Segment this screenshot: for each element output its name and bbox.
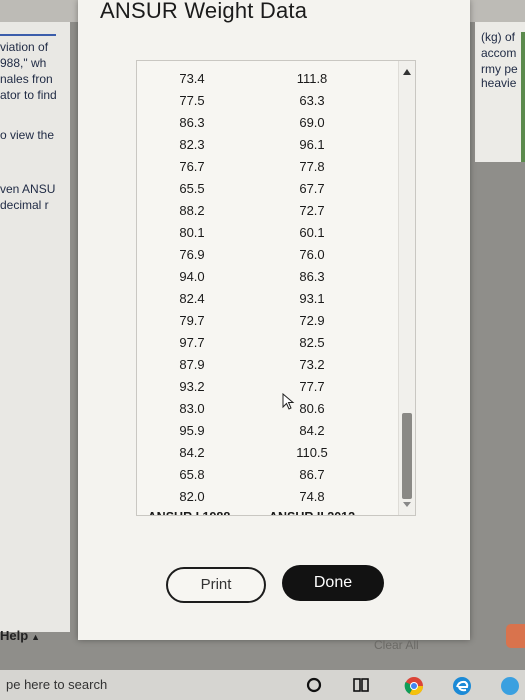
bg-text-fragment: nales fron <box>0 72 53 86</box>
table-cell-ansur-2012: 67.7 <box>299 181 325 196</box>
column-header-ansur-2012: ANSUR II 2012 <box>257 508 367 515</box>
table-cell-ansur-2012: 72.7 <box>299 203 325 218</box>
orange-side-button[interactable] <box>506 624 525 648</box>
clear-all-button[interactable]: Clear All <box>374 638 419 652</box>
table-cell-ansur-2012: 74.8 <box>299 489 325 504</box>
table-cell-ansur-2012: 77.7 <box>299 379 325 394</box>
table-cell-ansur-2012: 84.2 <box>299 423 325 438</box>
bg-text-fragment: rmy pe <box>481 62 518 76</box>
background-accent-bar <box>521 32 525 162</box>
table-cell-ansur-2012: 80.6 <box>299 401 325 416</box>
table-cell-ansur-1988: 93.2 <box>179 379 205 394</box>
bg-text-fragment: (kg) of <box>481 30 516 44</box>
table-cell-ansur-2012: 82.5 <box>299 335 325 350</box>
table-cell-ansur-1988: 76.9 <box>179 247 205 262</box>
background-page-left: viation of 988," wh nales fron ator to f… <box>0 22 70 632</box>
dialog-title: ANSUR Weight Data <box>100 0 308 23</box>
column-ansur-1988: 73.4 77.5 86.3 82.3 76.7 65.5 88.2 80.1 76.9 94.0… <box>137 68 247 515</box>
table-cell-ansur-2012: 63.3 <box>299 93 325 108</box>
table-cell-ansur-1988: 80.1 <box>179 225 205 240</box>
table-cell-ansur-1988: 79.7 <box>179 313 205 328</box>
table-cell-ansur-2012: 77.8 <box>299 159 325 174</box>
chrome-icon[interactable] <box>404 676 424 696</box>
table-cell-ansur-1988: 73.4 <box>179 71 205 86</box>
table-cell-ansur-2012: 93.1 <box>299 291 325 306</box>
table-cell-ansur-2012: 60.1 <box>299 225 325 240</box>
bg-text-fragment: ator to find <box>0 88 57 102</box>
print-button[interactable]: Print <box>166 567 266 603</box>
table-cell-ansur-1988: 65.8 <box>179 467 205 482</box>
table-cell-ansur-2012: 86.3 <box>299 269 325 284</box>
table-cell-ansur-1988: 84.2 <box>179 445 205 460</box>
bg-text-fragment: heavie <box>481 76 517 90</box>
table-cell-ansur-2012: 72.9 <box>299 313 325 328</box>
table-cell-ansur-2012: 110.5 <box>296 445 328 460</box>
caret-up-icon: ▲ <box>31 632 41 642</box>
cortana-circle-icon[interactable] <box>305 676 323 694</box>
bg-text-fragment: o view the <box>0 128 55 142</box>
table-cell-ansur-1988: 65.5 <box>179 181 205 196</box>
bg-text-fragment: viation of <box>0 40 49 54</box>
scroll-down-arrow-icon[interactable] <box>403 502 411 507</box>
background-divider <box>0 34 56 36</box>
bg-text-fragment: accom <box>481 46 517 60</box>
table-cell-ansur-1988: 82.3 <box>179 137 205 152</box>
table-cell-ansur-2012: 86.7 <box>299 467 325 482</box>
edge-icon[interactable] <box>452 676 472 696</box>
windows-taskbar: pe here to search <box>0 670 525 700</box>
table-cell-ansur-2012: 69.0 <box>299 115 325 130</box>
table-cell-ansur-2012: 76.0 <box>299 247 325 262</box>
table-cell-ansur-1988: 86.3 <box>179 115 205 130</box>
scrollbar-thumb[interactable] <box>402 413 412 499</box>
mouse-cursor-icon <box>282 393 295 410</box>
table-cell-ansur-1988: 82.0 <box>179 489 205 504</box>
table-cell-ansur-1988: 95.9 <box>179 423 205 438</box>
table-cell-ansur-1988: 94.0 <box>179 269 205 284</box>
table-cell-ansur-1988: 87.9 <box>179 357 205 372</box>
data-table-panel[interactable]: 73.4 77.5 86.3 82.3 76.7 65.5 88.2 80.1 76.9 94.0… <box>136 60 416 516</box>
data-dialog: ANSUR Weight Data 73.4 77.5 86.3 82.3 76.7 65… <box>78 0 470 640</box>
background-page-right: (kg) of accom rmy pe heavie <box>475 22 525 162</box>
table-cell-ansur-2012: 111.8 <box>296 71 328 86</box>
app-circle-icon[interactable] <box>500 676 520 696</box>
help-label: Help <box>0 628 29 643</box>
bg-text-fragment: ven ANSU <box>0 182 56 196</box>
scroll-up-arrow-icon[interactable] <box>403 69 411 75</box>
task-view-icon[interactable] <box>352 676 370 694</box>
vertical-scrollbar[interactable] <box>398 61 415 515</box>
table-cell-ansur-1988: 76.7 <box>179 159 205 174</box>
help-menu[interactable]: Help ▲ <box>0 628 40 643</box>
column-ansur-2012: 111.8 63.3 69.0 96.1 77.8 67.7 72.7 60.1 76.0 86.… <box>257 68 367 515</box>
table-cell-ansur-2012: 73.2 <box>299 357 325 372</box>
bg-text-fragment: decimal r <box>0 198 49 212</box>
table-cell-ansur-1988: 82.4 <box>179 291 205 306</box>
table-cell-ansur-1988: 83.0 <box>179 401 205 416</box>
bg-text-fragment: 988," wh <box>0 56 47 70</box>
done-button[interactable]: Done <box>282 565 384 601</box>
table-cell-ansur-2012: 96.1 <box>299 137 325 152</box>
table-cell-ansur-1988: 88.2 <box>179 203 205 218</box>
taskbar-search-input[interactable]: pe here to search <box>6 677 107 692</box>
column-header-ansur-1988: ANSUR I 1988 <box>137 508 247 515</box>
table-cell-ansur-1988: 97.7 <box>179 335 205 350</box>
table-cell-ansur-1988: 77.5 <box>179 93 205 108</box>
